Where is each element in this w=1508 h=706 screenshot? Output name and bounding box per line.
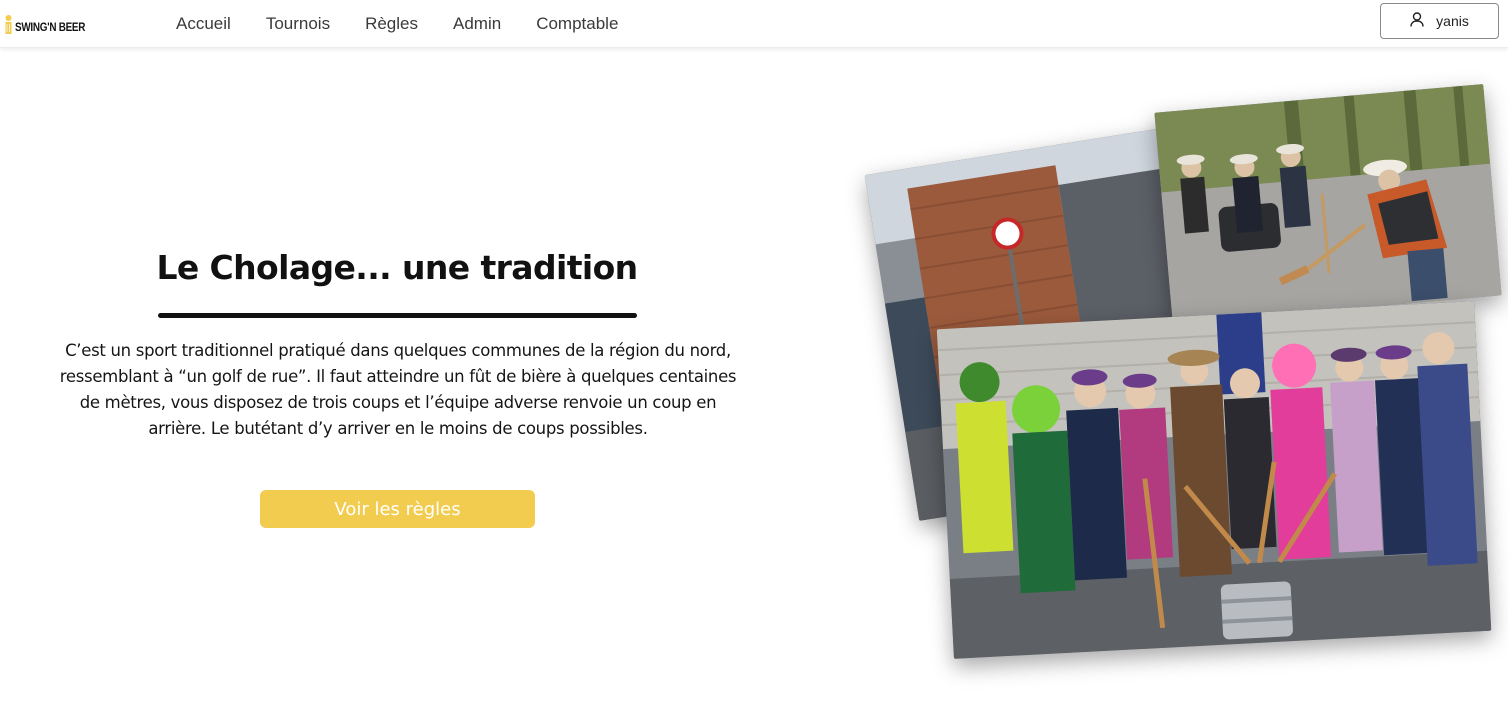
hero-title: Le Cholage... une tradition [156, 248, 638, 287]
user-icon [1410, 12, 1424, 30]
main-nav: Accueil Tournois Règles Admin Comptable [176, 14, 618, 34]
title-underline [158, 313, 637, 318]
nav-item-admin[interactable]: Admin [453, 14, 501, 34]
top-navbar: SWING'N BEER Accueil Tournois Règles Adm… [0, 0, 1508, 48]
beer-glass-icon [4, 15, 13, 35]
user-menu-button[interactable]: yanis [1380, 3, 1499, 39]
hero-description: C’est un sport traditionnel pratiqué dan… [59, 341, 737, 438]
nav-item-accueil[interactable]: Accueil [176, 14, 231, 34]
costumed-group-photo [936, 301, 1492, 659]
brand-name: SWING'N BEER [15, 21, 86, 34]
players-golfing-photo [1154, 84, 1502, 324]
nav-item-regles[interactable]: Règles [365, 14, 418, 34]
nav-item-comptable[interactable]: Comptable [536, 14, 618, 34]
nav-item-tournois[interactable]: Tournois [266, 14, 330, 34]
brand-logo[interactable]: SWING'N BEER [4, 14, 97, 36]
view-rules-button[interactable]: Voir les règles [260, 490, 535, 528]
user-name: yanis [1436, 13, 1469, 29]
